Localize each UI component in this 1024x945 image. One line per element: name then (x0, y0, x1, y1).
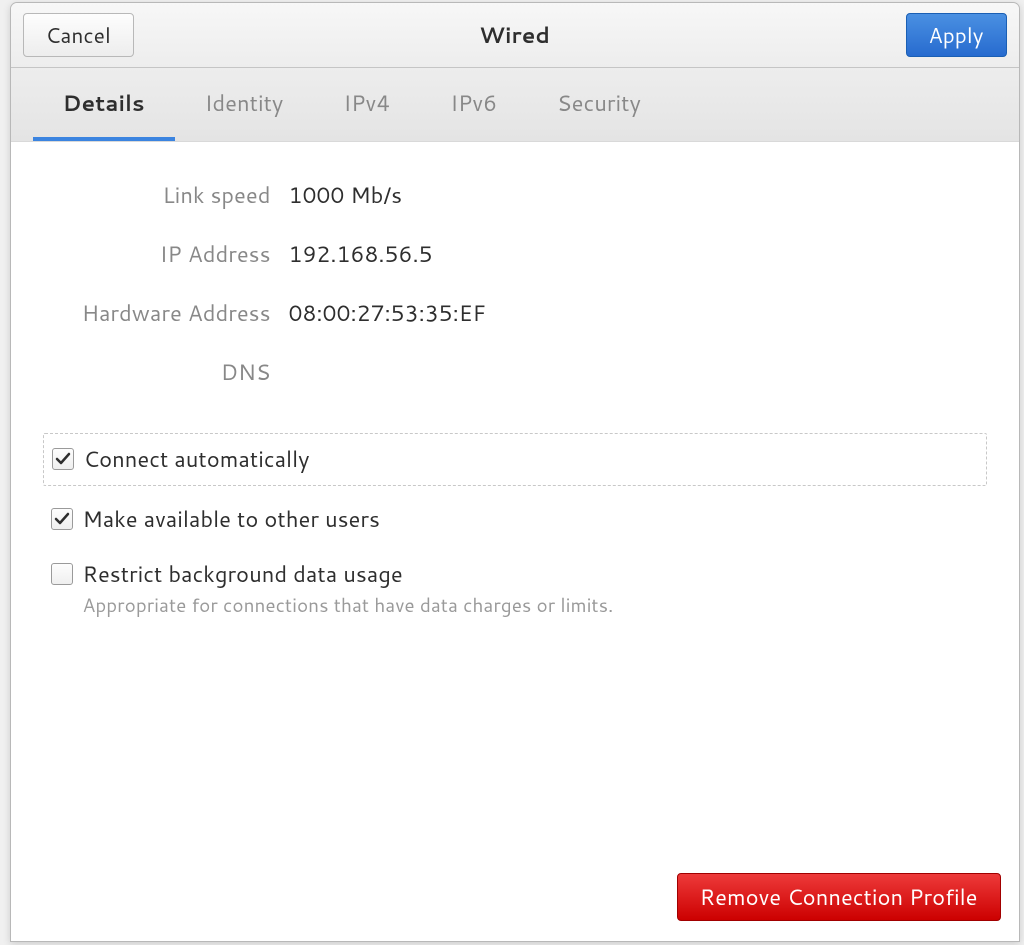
link-speed-label: Link speed (43, 180, 271, 211)
remove-connection-profile-button[interactable]: Remove Connection Profile (677, 873, 1001, 921)
check-icon (54, 511, 70, 527)
tab-details[interactable]: Details (33, 68, 175, 141)
link-speed-value: 1000 Mb/s (289, 180, 987, 211)
hardware-address-label: Hardware Address (43, 298, 271, 329)
option-restrict-background-data[interactable]: Restrict background data usage Appropria… (43, 547, 987, 631)
restrict-background-label: Restrict background data usage (83, 559, 614, 590)
connection-editor-dialog: Cancel Wired Apply Details Identity IPv4… (10, 2, 1020, 942)
ip-address-value: 192.168.56.5 (289, 239, 987, 270)
footer: Remove Connection Profile (677, 873, 1001, 921)
options-section: Connect automatically Make available to … (43, 433, 987, 631)
available-to-others-label: Make available to other users (83, 504, 380, 535)
header-title: Wired (11, 20, 1019, 51)
check-icon (55, 451, 71, 467)
restrict-background-sublabel: Appropriate for connections that have da… (83, 592, 614, 619)
details-grid: Link speed 1000 Mb/s IP Address 192.168.… (43, 180, 987, 388)
header-bar: Cancel Wired Apply (11, 3, 1019, 68)
available-to-others-checkbox[interactable] (51, 508, 73, 530)
option-connect-automatically[interactable]: Connect automatically (43, 433, 987, 486)
option-available-to-others[interactable]: Make available to other users (43, 492, 987, 547)
apply-button[interactable]: Apply (906, 13, 1007, 57)
ip-address-label: IP Address (43, 239, 271, 270)
connect-automatically-checkbox[interactable] (52, 448, 74, 470)
content-area: Link speed 1000 Mb/s IP Address 192.168.… (11, 142, 1019, 631)
hardware-address-value: 08:00:27:53:35:EF (289, 298, 987, 329)
tab-ipv6[interactable]: IPv6 (420, 68, 527, 141)
tab-bar: Details Identity IPv4 IPv6 Security (11, 68, 1019, 142)
connect-automatically-label: Connect automatically (84, 444, 310, 475)
tab-identity[interactable]: Identity (175, 68, 314, 141)
tab-security[interactable]: Security (527, 68, 671, 141)
restrict-background-checkbox[interactable] (51, 563, 73, 585)
dns-label: DNS (43, 357, 271, 388)
cancel-button[interactable]: Cancel (23, 13, 134, 57)
tab-ipv4[interactable]: IPv4 (313, 68, 420, 141)
